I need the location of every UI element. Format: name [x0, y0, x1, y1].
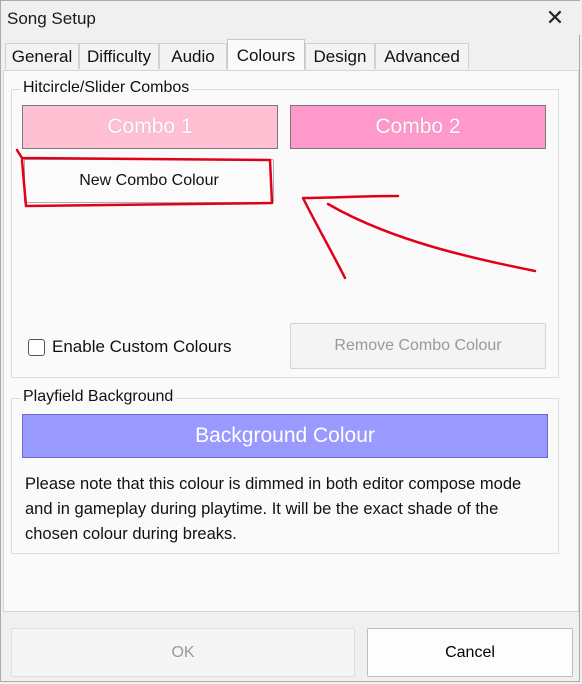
tab-advanced[interactable]: Advanced: [375, 43, 469, 69]
background-note: Please note that this colour is dimmed i…: [25, 475, 522, 543]
combo-2-button[interactable]: Combo 2: [290, 105, 546, 149]
tab-design[interactable]: Design: [305, 43, 375, 69]
remove-combo-colour-button[interactable]: Remove Combo Colour: [290, 323, 546, 369]
tab-audio[interactable]: Audio: [159, 43, 227, 69]
tab-colours[interactable]: Colours: [227, 39, 305, 71]
tab-difficulty[interactable]: Difficulty: [79, 43, 159, 69]
close-icon[interactable]: ✕: [529, 1, 581, 35]
tab-strip: General Difficulty Audio Design Advanced…: [3, 39, 579, 71]
combos-group-label: Hitcircle/Slider Combos: [21, 79, 192, 97]
playfield-background-label: Playfield Background: [21, 388, 176, 406]
ok-button[interactable]: OK: [11, 628, 355, 677]
background-colour-button[interactable]: Background Colour: [22, 414, 548, 458]
window-title: Song Setup: [7, 9, 96, 28]
combo-1-button[interactable]: Combo 1: [22, 105, 278, 149]
song-setup-window: Song Setup ✕ General Difficulty Audio De…: [0, 0, 581, 682]
tab-general[interactable]: General: [5, 43, 79, 69]
cancel-button[interactable]: Cancel: [367, 628, 573, 677]
title-bar[interactable]: Song Setup ✕: [1, 1, 581, 35]
new-combo-colour-button[interactable]: New Combo Colour: [24, 159, 274, 203]
enable-custom-colours-row[interactable]: Enable Custom Colours: [28, 337, 232, 357]
enable-custom-colours-label[interactable]: Enable Custom Colours: [52, 337, 232, 357]
enable-custom-colours-checkbox[interactable]: [28, 338, 45, 356]
